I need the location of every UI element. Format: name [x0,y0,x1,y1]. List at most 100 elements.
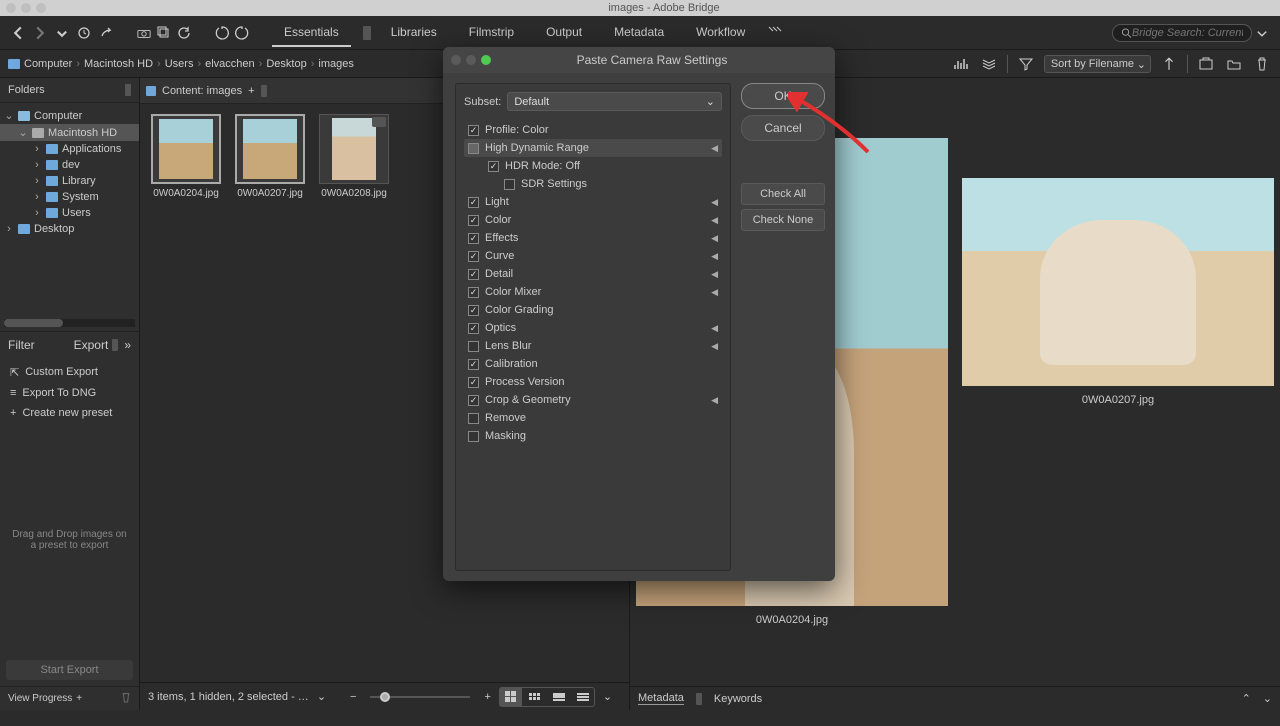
setting-row-detail[interactable]: Detail◀ [464,265,722,283]
tree-item-applications[interactable]: ›Applications [0,141,139,157]
crumb-computer[interactable]: Computer [24,58,72,70]
new-folder-icon[interactable] [1224,54,1244,74]
disclosure-left-icon[interactable]: ◀ [711,215,718,226]
tabs-overflow-icon[interactable] [765,19,785,39]
disclosure-left-icon[interactable]: ◀ [711,287,718,298]
checkbox[interactable] [468,125,479,136]
content-menu-icon[interactable] [261,85,267,97]
stack-icon[interactable] [979,54,999,74]
checkbox[interactable] [468,215,479,226]
ok-button[interactable]: OK [741,83,825,109]
start-export-button[interactable]: Start Export [6,660,133,680]
thumbnail-item[interactable]: 0W0A0204.jpg [150,114,222,199]
setting-row-sdr-settings[interactable]: SDR Settings [464,175,722,193]
status-dropdown-icon[interactable]: ⌄ [317,690,326,703]
checkbox[interactable] [468,341,479,352]
tree-item-system[interactable]: ›System [0,189,139,205]
rotate-ccw-button[interactable] [212,23,232,43]
add-progress-icon[interactable]: + [76,693,82,704]
metadata-collapse-icon[interactable]: ⌃ [1242,692,1251,705]
checkbox[interactable] [468,377,479,388]
disclosure-left-icon[interactable]: ◀ [711,341,718,352]
export-preset-0[interactable]: ⇱Custom Export [0,362,139,383]
metadata-dropdown-icon[interactable]: ⌄ [1263,692,1272,705]
keywords-tab[interactable]: Keywords [714,693,762,705]
dialog-minimize-icon[interactable] [466,55,476,65]
checkbox[interactable] [468,431,479,442]
check-all-button[interactable]: Check All [741,183,825,205]
tree-item-macintosh-hd[interactable]: ⌄Macintosh HD [0,124,139,141]
crumb-desktop[interactable]: Desktop [266,58,306,70]
export-overflow-icon[interactable]: » [124,338,131,352]
disclosure-left-icon[interactable]: ◀ [711,251,718,262]
refresh-button[interactable] [174,23,194,43]
setting-row-crop-geometry[interactable]: Crop & Geometry◀ [464,391,722,409]
tree-item-users[interactable]: ›Users [0,205,139,221]
thumbnail-size-slider[interactable] [370,696,470,698]
disclosure-left-icon[interactable]: ◀ [711,323,718,334]
tab-libraries[interactable]: Libraries [379,19,449,47]
panel-menu-icon[interactable] [125,84,131,96]
crumb-users[interactable]: Users [165,58,194,70]
checkbox[interactable] [468,359,479,370]
setting-row-calibration[interactable]: Calibration [464,355,722,373]
export-menu-icon[interactable] [112,339,118,351]
content-add-icon[interactable]: + [248,85,254,97]
crumb-user[interactable]: elvacchen [205,58,255,70]
sort-direction-icon[interactable] [1159,54,1179,74]
tree-horizontal-scrollbar[interactable] [4,319,135,327]
disclosure-left-icon[interactable]: ◀ [711,233,718,244]
tree-item-desktop[interactable]: ›Desktop [0,221,139,237]
history-button[interactable] [74,23,94,43]
trash-small-icon[interactable] [121,691,131,706]
export-preset-2[interactable]: +Create new preset [0,403,139,423]
checkbox[interactable] [468,251,479,262]
dialog-zoom-icon[interactable] [481,55,491,65]
search-field[interactable] [1112,24,1252,42]
dialog-close-icon[interactable] [451,55,461,65]
thumbnail-item[interactable]: 0W0A0208.jpg [318,114,390,199]
export-label[interactable]: Export [74,338,109,352]
checkbox[interactable] [468,305,479,316]
histogram-icon[interactable] [951,54,971,74]
tree-item-dev[interactable]: ›dev [0,157,139,173]
nav-back-button[interactable] [8,23,28,43]
thumbnail-item[interactable]: 0W0A0207.jpg [234,114,306,199]
setting-row-light[interactable]: Light◀ [464,193,722,211]
checkbox[interactable] [468,143,479,154]
setting-row-hdr-mode-off[interactable]: HDR Mode: Off [464,157,722,175]
window-traffic-lights[interactable] [6,3,46,13]
checkbox[interactable] [468,413,479,424]
tree-item-library[interactable]: ›Library [0,173,139,189]
tab-metadata[interactable]: Metadata [602,19,676,47]
crumb-macintosh-hd[interactable]: Macintosh HD [84,58,153,70]
metadata-tab[interactable]: Metadata [638,692,684,705]
disclosure-left-icon[interactable]: ◀ [711,197,718,208]
checkbox[interactable] [468,395,479,406]
sort-select[interactable]: Sort by Filename ⌄ [1044,55,1151,73]
rotate-cw-button[interactable] [232,23,252,43]
setting-row-remove[interactable]: Remove [464,409,722,427]
folders-panel-header[interactable]: Folders [0,78,139,103]
crumb-images[interactable]: images [318,58,353,70]
boomerang-button[interactable] [96,23,116,43]
disclosure-left-icon[interactable]: ◀ [711,269,718,280]
checkbox[interactable] [468,287,479,298]
setting-row-high-dynamic-range[interactable]: High Dynamic Range◀ [464,139,722,157]
metadata-menu-icon[interactable] [696,693,702,705]
camera-import-button[interactable] [134,23,154,43]
checkbox[interactable] [468,197,479,208]
view-progress-label[interactable]: View Progress [8,693,72,704]
view-list-button[interactable] [572,688,594,706]
filter-funnel-icon[interactable] [1016,54,1036,74]
checkbox[interactable] [468,233,479,244]
tab-workflow[interactable]: Workflow [684,19,757,47]
open-in-app-icon[interactable] [1196,54,1216,74]
tab-filmstrip[interactable]: Filmstrip [457,19,526,47]
nav-forward-button[interactable] [30,23,50,43]
export-preset-1[interactable]: ≡Export To DNG [0,383,139,403]
setting-row-profile-color[interactable]: Profile: Color [464,121,722,139]
preview-image-side[interactable] [962,178,1274,386]
view-dropdown-icon[interactable]: ⌄ [603,690,612,703]
trash-icon[interactable] [1252,54,1272,74]
